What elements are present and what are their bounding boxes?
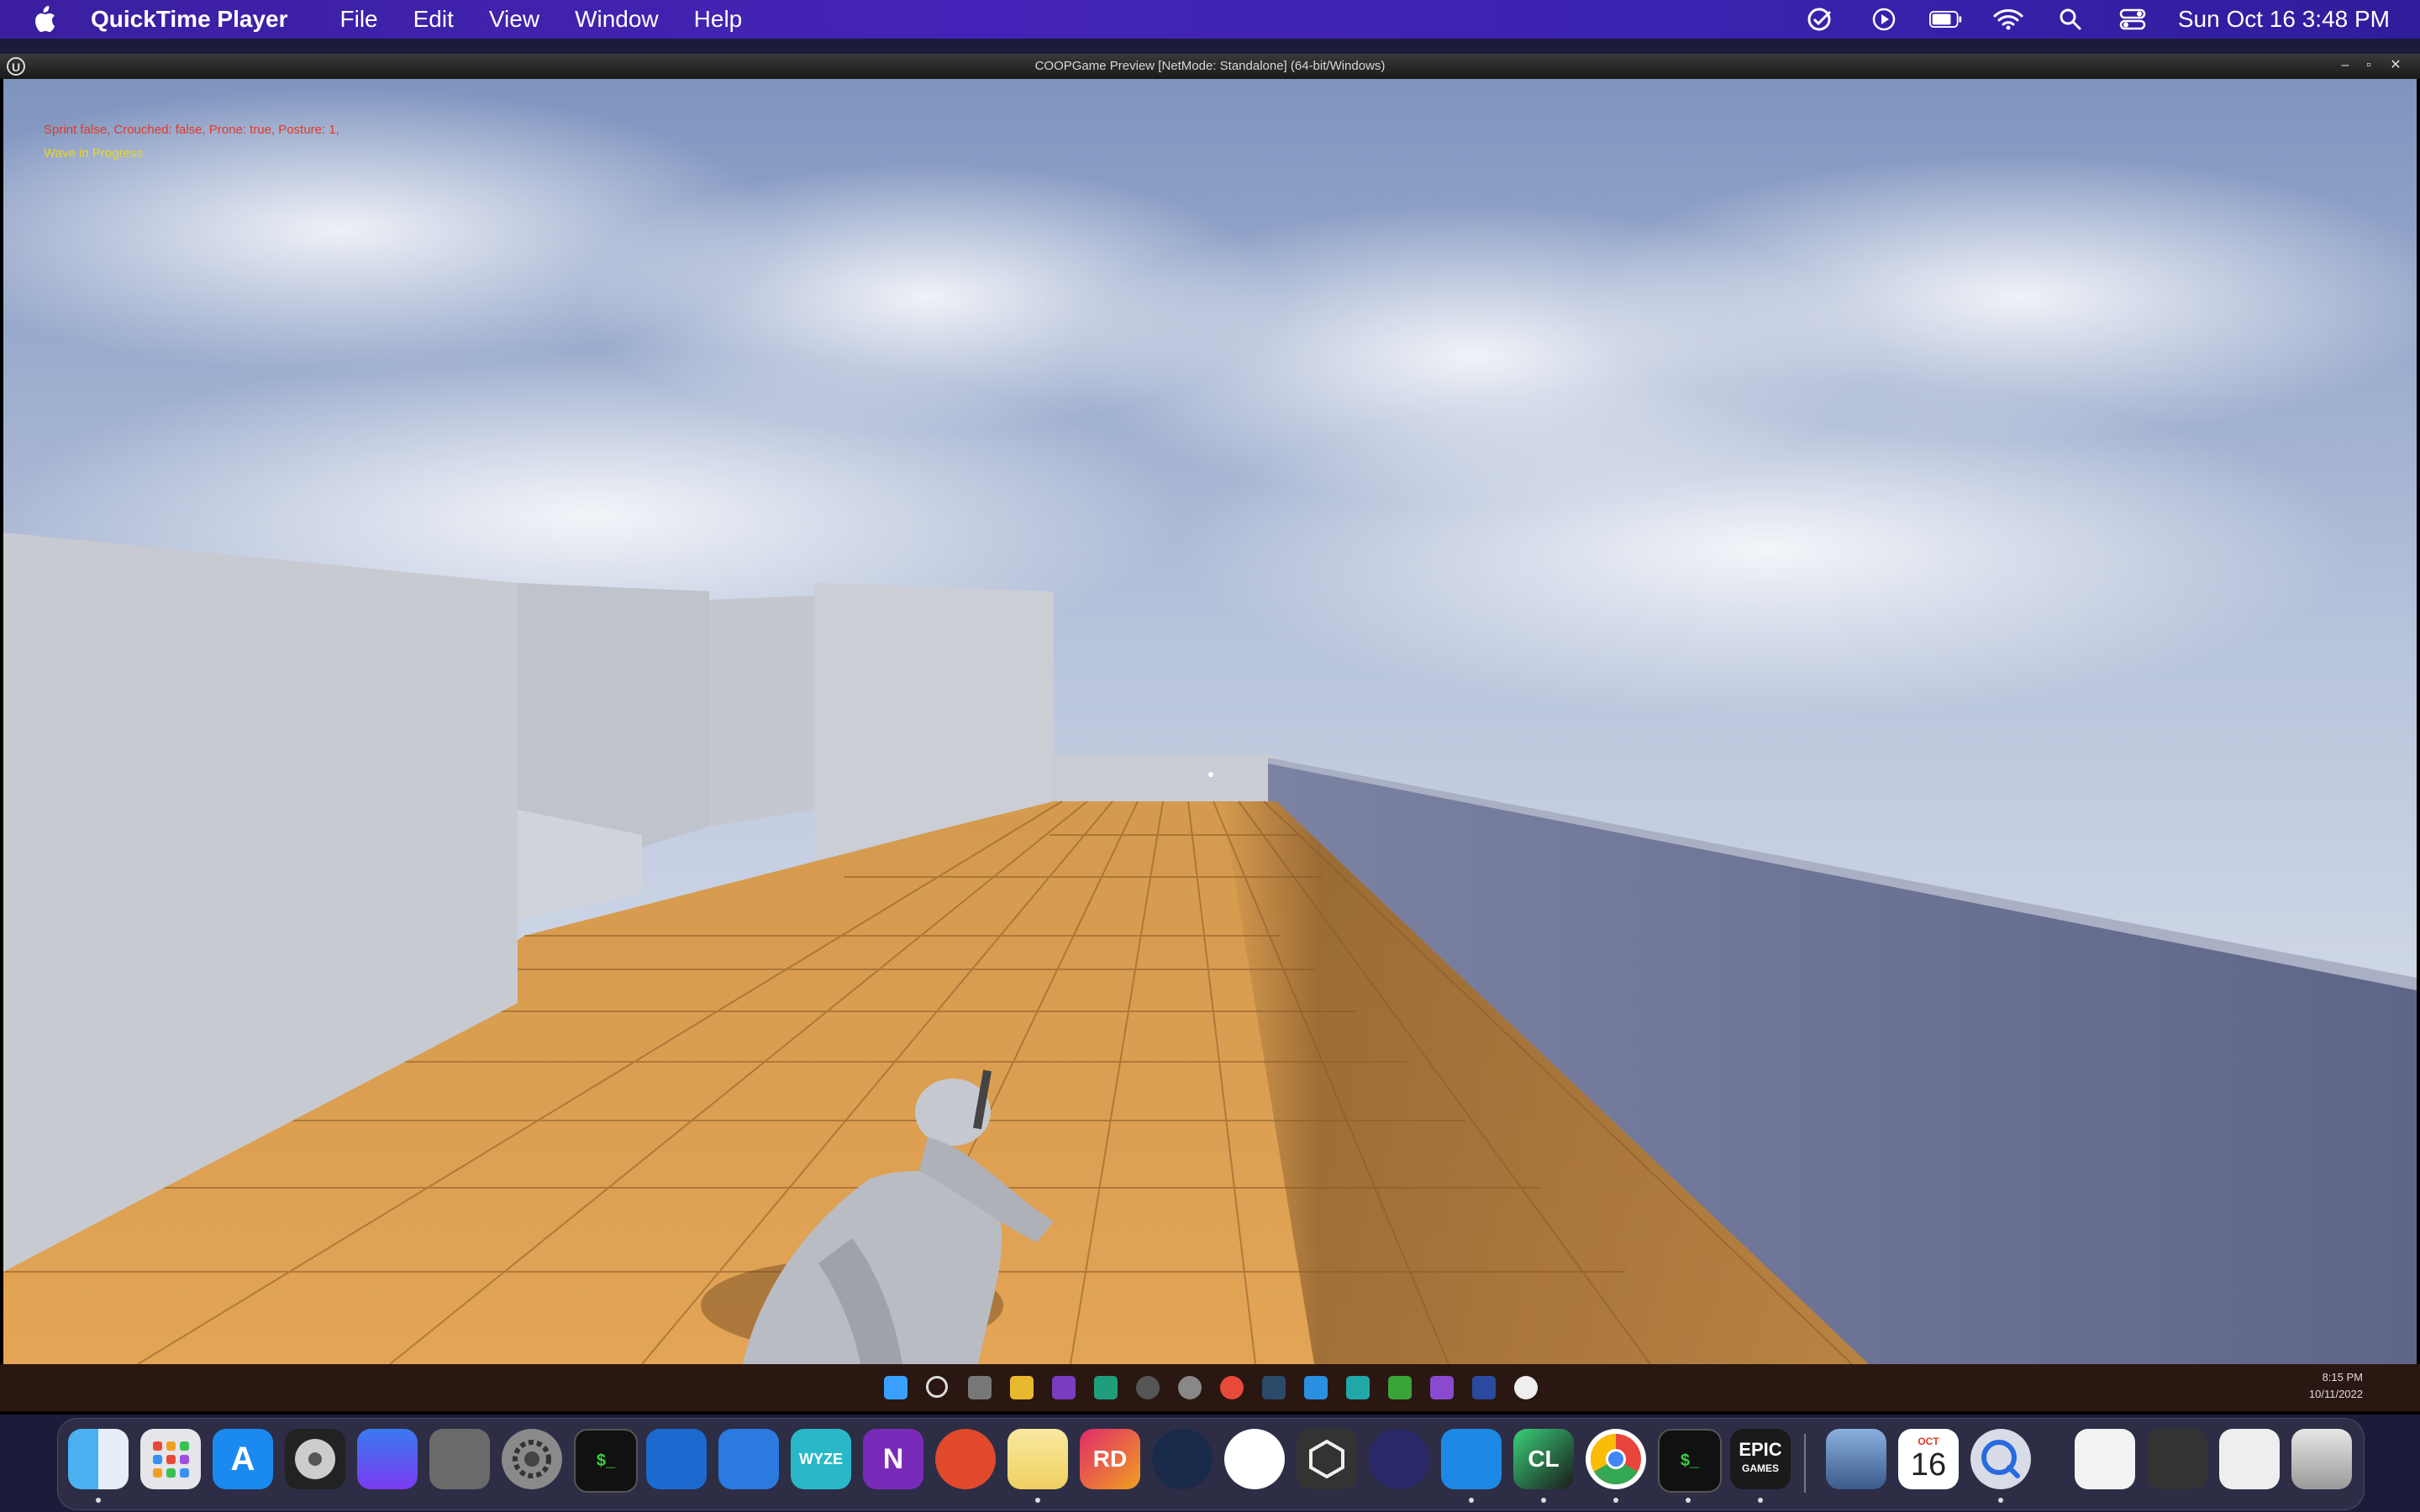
visual-studio-icon[interactable] — [1430, 1376, 1454, 1399]
terminal-icon[interactable]: $_ — [574, 1429, 638, 1493]
control-center-icon[interactable] — [2116, 7, 2149, 32]
close-icon[interactable]: ✕ — [2386, 57, 2405, 74]
file-explorer-icon[interactable] — [1010, 1376, 1034, 1399]
battery-icon[interactable] — [1928, 7, 1963, 32]
app-icon-1[interactable] — [1136, 1376, 1160, 1399]
apple-logo-icon[interactable] — [32, 5, 57, 34]
windows-start-icon[interactable] — [884, 1376, 908, 1399]
maximize-icon[interactable]: ▫ — [2360, 57, 2378, 74]
game-scene — [3, 79, 2417, 1364]
dock-separator — [1804, 1434, 1806, 1493]
debug-posture-text: Sprint false, Crouched: false, Prone: tr… — [44, 123, 339, 137]
chrome-icon[interactable] — [1586, 1429, 1646, 1489]
task-view-icon[interactable] — [968, 1376, 992, 1399]
running-indicator — [1758, 1498, 1763, 1503]
running-indicator — [1541, 1498, 1546, 1503]
windows-clock[interactable]: 8:15 PM 10/11/2022 — [2309, 1369, 2363, 1403]
steam-icon[interactable] — [1262, 1376, 1286, 1399]
chrome-icon[interactable] — [1220, 1376, 1244, 1399]
menu-bar: QuickTime Player File Edit View Window H… — [0, 0, 2420, 39]
search-icon[interactable] — [2054, 7, 2087, 32]
running-indicator — [1998, 1498, 2003, 1503]
calendar-month: OCT — [1918, 1435, 1939, 1447]
running-indicator — [1686, 1498, 1691, 1503]
chrome-window-thumbnail-icon[interactable] — [2219, 1429, 2280, 1489]
run-icon[interactable] — [1388, 1376, 1412, 1399]
menu-edit[interactable]: Edit — [413, 6, 454, 33]
play-circle-icon[interactable] — [1867, 7, 1901, 32]
window-titlebar[interactable]: U COOPGame Preview [NetMode: Standalone]… — [0, 54, 2420, 79]
app-icon-3[interactable] — [1346, 1376, 1370, 1399]
launchpad-icon[interactable] — [140, 1429, 201, 1489]
menu-clock[interactable]: Sun Oct 16 3:48 PM — [2178, 6, 2390, 33]
epic-games-icon[interactable]: EPIC GAMES — [1730, 1429, 1791, 1489]
app-name-menu[interactable]: QuickTime Player — [91, 6, 288, 33]
vscode-icon[interactable] — [1304, 1376, 1328, 1399]
app-icon-2[interactable] — [1178, 1376, 1202, 1399]
running-indicator — [1613, 1498, 1618, 1503]
checklist-icon[interactable] — [1805, 7, 1839, 32]
preview-icon[interactable] — [1826, 1429, 1886, 1489]
unity-icon[interactable] — [1297, 1429, 1357, 1489]
menu-help[interactable]: Help — [694, 6, 743, 33]
compressor-icon[interactable] — [285, 1429, 345, 1489]
finder-icon[interactable] — [68, 1429, 129, 1489]
menu-view[interactable]: View — [489, 6, 539, 33]
running-indicator — [1035, 1498, 1040, 1503]
remote-desktop-icon[interactable] — [935, 1429, 996, 1489]
trash-icon[interactable] — [2291, 1429, 2352, 1489]
notes-icon[interactable] — [1007, 1429, 1068, 1489]
rider-icon[interactable]: RD — [1080, 1429, 1140, 1489]
unreal-engine-icon[interactable] — [1514, 1376, 1538, 1399]
minimize-icon[interactable]: – — [2336, 57, 2354, 74]
menu-window[interactable]: Window — [575, 6, 659, 33]
running-indicator — [96, 1498, 101, 1503]
wyze-icon[interactable]: WYZE — [791, 1429, 851, 1489]
terminal-window-thumbnail-icon[interactable] — [2147, 1429, 2207, 1489]
quicktime-icon[interactable] — [1970, 1429, 2031, 1489]
dock: A $_ WYZE N RD CL $_ EPIC GAMES OCT 16 — [57, 1418, 2365, 1510]
epic-label: EPIC — [1739, 1439, 1782, 1460]
windows-time: 8:15 PM — [2322, 1371, 2363, 1383]
printer-icon[interactable] — [429, 1429, 490, 1489]
game-viewport[interactable]: Sprint false, Crouched: false, Prone: tr… — [3, 79, 2417, 1364]
swift-icon[interactable] — [357, 1429, 418, 1489]
eclipse-icon[interactable] — [1369, 1429, 1429, 1489]
system-preferences-icon[interactable] — [502, 1429, 562, 1489]
calendar-icon[interactable]: OCT 16 — [1898, 1429, 1959, 1489]
onenote-icon[interactable] — [1052, 1376, 1076, 1399]
calendar-day: 16 — [1910, 1446, 1947, 1483]
steam-icon[interactable] — [1152, 1429, 1213, 1489]
app-store-icon[interactable]: A — [213, 1429, 273, 1489]
html-file-icon[interactable] — [2075, 1429, 2135, 1489]
clion-icon[interactable]: CL — [1513, 1429, 1574, 1489]
unreal-engine-icon: U — [7, 57, 25, 76]
crosshair — [1208, 772, 1213, 777]
instruments-icon[interactable] — [1224, 1429, 1285, 1489]
store-icon[interactable] — [1094, 1376, 1118, 1399]
windows-taskbar: 8:15 PM 10/11/2022 — [0, 1364, 2420, 1411]
debug-wave-text: Wave in Progress — [44, 146, 143, 160]
epic-games-label: GAMES — [1741, 1462, 1779, 1474]
xcode-instruments-icon[interactable] — [646, 1429, 707, 1489]
xcode-icon[interactable] — [718, 1429, 779, 1489]
terminal-icon-2[interactable]: $_ — [1658, 1429, 1722, 1493]
powershell-icon[interactable] — [1472, 1376, 1496, 1399]
window-title: COOPGame Preview [NetMode: Standalone] (… — [1034, 59, 1386, 73]
search-icon[interactable] — [926, 1376, 948, 1398]
game-preview-window: U COOPGame Preview [NetMode: Standalone]… — [0, 54, 2420, 1415]
onenote-icon[interactable]: N — [863, 1429, 923, 1489]
vscode-icon[interactable] — [1441, 1429, 1502, 1489]
wifi-icon[interactable] — [1991, 7, 2025, 32]
menu-file[interactable]: File — [340, 6, 378, 33]
windows-date: 10/11/2022 — [2308, 1388, 2363, 1400]
running-indicator — [1469, 1498, 1474, 1503]
